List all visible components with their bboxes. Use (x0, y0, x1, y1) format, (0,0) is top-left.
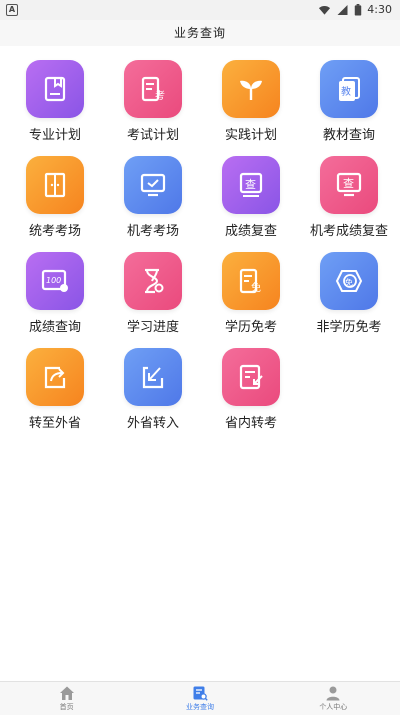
hourglass-icon (124, 252, 182, 310)
person-icon (326, 686, 340, 701)
bottom-nav: 首页 业务查询 个人中心 (0, 681, 400, 715)
transfer-in-icon (124, 348, 182, 406)
exempt-badge-icon: 免 (320, 252, 378, 310)
nav-label: 个人中心 (319, 703, 348, 711)
tile-practice-plan[interactable]: 实践计划 (201, 52, 301, 148)
sprout-icon (222, 60, 280, 118)
svg-text:免: 免 (251, 281, 261, 294)
status-indicators: 4:30 (318, 3, 392, 16)
tile-non-degree-exemption[interactable]: 免 非学历免考 (299, 244, 399, 340)
tile-label: 学历免考 (224, 320, 277, 335)
tile-degree-exemption[interactable]: 免 学历免考 (201, 244, 301, 340)
exam-doc-icon: 考 (124, 60, 182, 118)
tile-label: 学习进度 (126, 320, 179, 335)
tile-label: 转至外省 (28, 416, 81, 431)
svg-text:查: 查 (245, 177, 256, 191)
tile-label: 省内转考 (224, 416, 277, 431)
nav-label: 业务查询 (185, 703, 214, 711)
tile-score-query[interactable]: 100 成绩查询 (5, 244, 105, 340)
book-bookmark-icon (26, 60, 84, 118)
tile-label: 专业计划 (28, 128, 81, 143)
doc-transfer-icon (222, 348, 280, 406)
tile-transfer-in-province[interactable]: 外省转入 (103, 340, 203, 436)
exempt-doc-icon: 免 (222, 252, 280, 310)
page-title: 业务查询 (173, 26, 226, 40)
tile-label: 教材查询 (322, 128, 375, 143)
tile-label: 外省转入 (126, 416, 179, 431)
textbook-icon: 教 (320, 60, 378, 118)
door-icon (26, 156, 84, 214)
tile-label: 机考考场 (126, 224, 179, 239)
tile-computer-score-review[interactable]: 查 机考成绩复查 (299, 148, 399, 244)
svg-text:免: 免 (345, 277, 353, 287)
status-time: 4:30 (367, 3, 392, 16)
tile-unified-exam-room[interactable]: 统考考场 (5, 148, 105, 244)
monitor-review-icon: 查 (320, 156, 378, 214)
svg-text:查: 查 (343, 176, 354, 190)
tile-label: 实践计划 (224, 128, 277, 143)
tile-label: 机考成绩复查 (309, 224, 388, 239)
title-bar: 业务查询 (0, 20, 400, 46)
nav-personal-center[interactable]: 个人中心 (267, 682, 400, 715)
tile-label: 考试计划 (126, 128, 179, 143)
svg-text:100: 100 (46, 276, 61, 285)
home-icon (59, 686, 74, 700)
tile-label: 成绩复查 (224, 224, 277, 239)
monitor-check-icon (124, 156, 182, 214)
nav-label: 首页 (59, 703, 74, 711)
tile-exam-plan[interactable]: 考 考试计划 (103, 52, 203, 148)
status-bar: A 4:30 (0, 0, 400, 20)
nav-home[interactable]: 首页 (0, 682, 133, 715)
score-100-icon: 100 (26, 252, 84, 310)
svg-text:考: 考 (155, 90, 165, 102)
svg-text:教: 教 (341, 85, 351, 98)
wifi-icon (319, 5, 331, 15)
tile-transfer-out-province[interactable]: 转至外省 (5, 340, 105, 436)
share-out-icon (26, 348, 84, 406)
tile-label: 成绩查询 (28, 320, 81, 335)
tile-label: 非学历免考 (316, 320, 382, 335)
tile-label: 统考考场 (28, 224, 81, 239)
notification-badge: A (6, 4, 18, 16)
tile-in-province-transfer[interactable]: 省内转考 (201, 340, 301, 436)
battery-icon (355, 3, 362, 16)
tile-computer-exam-room[interactable]: 机考考场 (103, 148, 203, 244)
tile-score-review[interactable]: 查 成绩复查 (201, 148, 301, 244)
review-stamp-icon: 查 (222, 156, 280, 214)
tile-major-plan[interactable]: 专业计划 (5, 52, 105, 148)
nav-business-query[interactable]: 业务查询 (133, 682, 266, 715)
tile-textbook-query[interactable]: 教 教材查询 (299, 52, 399, 148)
signal-icon (337, 4, 348, 15)
tile-study-progress[interactable]: 学习进度 (103, 244, 203, 340)
business-search-icon (193, 686, 208, 701)
